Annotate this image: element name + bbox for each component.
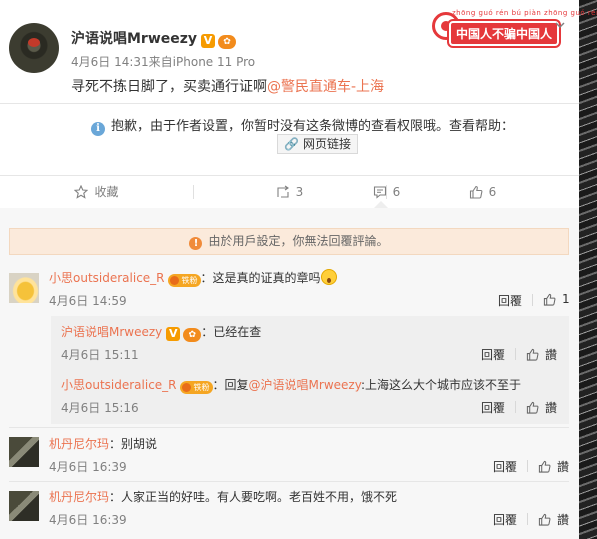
- surprised-emoji-icon: [320, 269, 337, 285]
- sub-reply-like-button[interactable]: 讚: [526, 399, 557, 416]
- comment-text: ：人家正当的好哇。有人要吃啊。老百姓不用，饿不死: [109, 490, 398, 504]
- sub-reply-author[interactable]: 小思outsideralice_R: [61, 378, 177, 392]
- commenter-name[interactable]: 机丹尼尔玛: [49, 490, 109, 504]
- sub-reply-line: 沪语说唱Mrweezy V ✿ ：已经在查: [61, 323, 261, 342]
- comment-time: 4月6日 16:39: [49, 513, 127, 527]
- verified-badge-icon: V: [201, 34, 216, 48]
- action-bar: 收藏 3 6 6: [0, 176, 579, 208]
- decor-sticker: zhōng guó rén bú piàn zhōng guó rén 中国人不…: [432, 8, 597, 46]
- thumbs-up-icon: [526, 348, 539, 361]
- thumbs-up-icon: [538, 513, 551, 526]
- like-label: 讚: [557, 513, 570, 527]
- thumbs-up-icon: [538, 460, 551, 473]
- level-badge-icon: ✿: [218, 35, 237, 49]
- commenter-avatar[interactable]: [9, 491, 39, 521]
- thumbs-up-icon: [543, 293, 556, 306]
- thumbs-up-icon: [526, 401, 539, 414]
- divider: [0, 103, 579, 104]
- author-name-row: 沪语说唱Mrweezy V ✿: [71, 28, 237, 49]
- like-label: 讚: [545, 348, 558, 362]
- post-meta: 4月6日 14:31来自iPhone 11 Pro: [71, 53, 255, 70]
- action-separator: [515, 348, 516, 360]
- thumbs-up-icon: [469, 185, 483, 199]
- reply-button[interactable]: 回覆: [498, 292, 522, 309]
- comment-like-button[interactable]: 1: [543, 292, 570, 306]
- commenter-name[interactable]: 机丹尼尔玛: [49, 437, 109, 451]
- repost-icon: [277, 185, 289, 198]
- action-separator: [532, 294, 533, 306]
- sub-reply-author[interactable]: 沪语说唱Mrweezy: [61, 325, 162, 339]
- permission-notice: i 抱歉，由于作者设置，你暂时没有这条微博的查看权限哦。查看帮助：: [91, 115, 514, 136]
- sub-reply-like-button[interactable]: 讚: [526, 346, 557, 363]
- divider: [9, 427, 569, 428]
- fan-badge-icon: 铁粉: [167, 274, 201, 287]
- commenter-avatar[interactable]: [9, 437, 39, 467]
- reply-button[interactable]: 回覆: [481, 399, 505, 416]
- sub-reply-text: :上海这么大个城市应该不至于: [360, 378, 521, 392]
- post-text: 寻死不拣日脚了，买卖通行证啊@警民直通车-上海: [71, 76, 384, 96]
- sub-reply-time: 4月6日 15:16: [61, 401, 139, 415]
- comment-line: 机丹尼尔玛：人家正当的好哇。有人要吃啊。老百姓不用，饿不死: [49, 488, 397, 505]
- sub-reply-line: 小思outsideralice_R 铁粉 ：回复@沪语说唱Mrweezy:上海这么大…: [61, 376, 521, 394]
- favorite-label: 收藏: [94, 185, 119, 199]
- like-button[interactable]: 6: [386, 176, 579, 207]
- decor-banner: 中国人不骗中国人: [449, 21, 560, 46]
- post-time[interactable]: 4月6日 14:31: [71, 55, 149, 69]
- star-icon: [74, 184, 89, 199]
- mention-link[interactable]: @沪语说唱Mrweezy: [249, 378, 361, 392]
- comment-like-button[interactable]: 讚: [538, 458, 569, 475]
- author-avatar[interactable]: [9, 23, 59, 73]
- web-link-label: 网页链接: [302, 137, 351, 151]
- link-icon: 🔗: [284, 137, 299, 151]
- comment-icon: [373, 185, 386, 199]
- comment-text: ：这是真的证真的章吗: [200, 271, 321, 285]
- weibo-post-card: 沪语说唱Mrweezy V ✿ 4月6日 14:31来自iPhone 11 Pro …: [0, 0, 597, 539]
- web-link-button[interactable]: 🔗 网页链接: [277, 134, 358, 154]
- chevron-down-icon[interactable]: [555, 20, 565, 30]
- comment-text: ：别胡说: [109, 437, 158, 451]
- like-count: 6: [488, 184, 497, 199]
- info-icon: i: [91, 122, 105, 136]
- sub-reply-prefix: ：回复: [212, 378, 249, 392]
- action-separator: [527, 513, 528, 525]
- sub-reply-time: 4月6日 15:11: [61, 348, 139, 362]
- reply-button[interactable]: 回覆: [493, 458, 517, 475]
- author-name[interactable]: 沪语说唱Mrweezy: [71, 31, 197, 47]
- commenter-avatar[interactable]: [9, 273, 39, 303]
- background-right: [579, 0, 597, 539]
- comment-time: 4月6日 14:59: [49, 294, 127, 308]
- post-text-body: 寻死不拣日脚了，买卖通行证啊: [71, 79, 267, 95]
- comment-line: 小思outsideralice_R 铁粉 ：这是真的证真的章吗: [49, 269, 337, 287]
- reply-button[interactable]: 回覆: [493, 511, 517, 528]
- fan-badge-icon: 铁粉: [179, 381, 213, 394]
- sub-reply-text: ：已经在查: [201, 325, 262, 339]
- reply-button[interactable]: 回覆: [481, 346, 505, 363]
- action-separator: [527, 460, 528, 472]
- verified-badge-icon: V: [166, 327, 181, 341]
- decor-pinyin: zhōng guó rén bú piàn zhōng guó rén: [452, 9, 597, 17]
- comment-like-count: 1: [562, 292, 570, 306]
- post-source: 来自iPhone 11 Pro: [148, 55, 256, 69]
- level-badge-icon: ✿: [183, 328, 202, 342]
- comment-restriction-text: 由於用戶設定，你無法回覆評論。: [208, 234, 389, 248]
- mention-link[interactable]: @警民直通车-上海: [267, 79, 384, 95]
- comment-time: 4月6日 16:39: [49, 460, 127, 474]
- warning-icon: !: [189, 237, 203, 250]
- commenter-name[interactable]: 小思outsideralice_R: [49, 271, 165, 285]
- comment-like-button[interactable]: 讚: [538, 511, 569, 528]
- comment-restriction-notice: ! 由於用戶設定，你無法回覆評論。: [9, 228, 569, 255]
- comment-line: 机丹尼尔玛：别胡说: [49, 435, 157, 452]
- like-label: 讚: [545, 401, 558, 415]
- action-separator: [515, 401, 516, 413]
- favorite-button[interactable]: 收藏: [0, 176, 193, 207]
- like-label: 讚: [557, 460, 570, 474]
- permission-notice-text: 抱歉，由于作者设置，你暂时没有这条微博的查看权限哦。查看帮助：: [111, 119, 515, 134]
- divider: [9, 481, 569, 482]
